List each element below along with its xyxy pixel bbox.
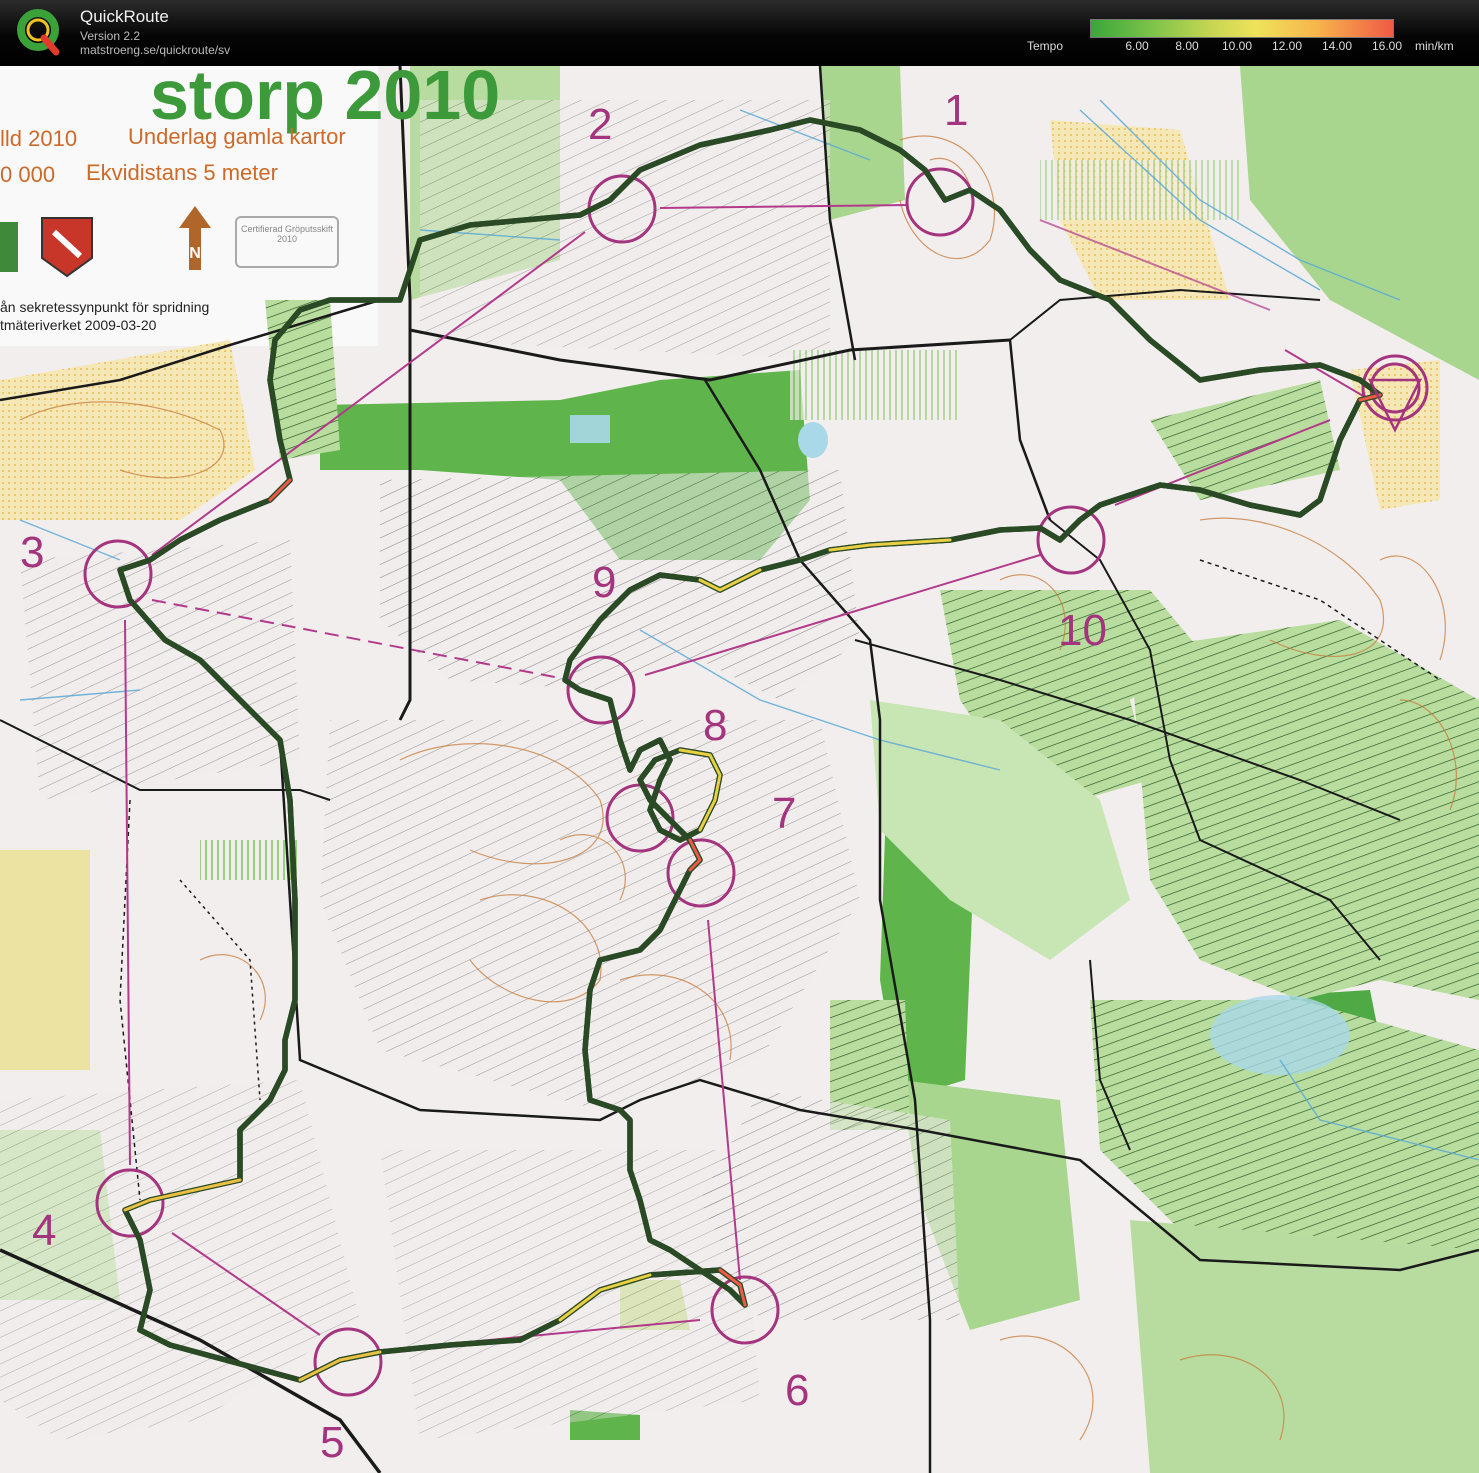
map-info-year: lld 2010 <box>0 126 78 151</box>
certification-badge: Certifierad Gröputsskift 2010 <box>235 216 339 268</box>
tempo-legend-unit: min/km <box>1415 39 1454 53</box>
control-number-6: 6 <box>785 1366 810 1415</box>
club-logos-icon <box>0 217 93 278</box>
control-number-7: 7 <box>772 789 797 838</box>
svg-text:N: N <box>189 245 201 262</box>
tempo-tick: 16.00 <box>1371 39 1403 53</box>
control-number-5: 5 <box>320 1418 345 1467</box>
control-number-1: 1 <box>944 86 969 135</box>
tempo-tick: 10.00 <box>1221 39 1253 53</box>
control-number-8: 8 <box>703 701 728 750</box>
orienteering-map[interactable]: storp 2010 lld 2010 Underlag gamla karto… <box>0 60 1479 1473</box>
tempo-legend-label: Tempo <box>1027 39 1064 53</box>
tempo-tick: 8.00 <box>1175 39 1199 53</box>
tempo-color-scale <box>1090 19 1394 38</box>
map-info-survey: tmäteriverket 2009-03-20 <box>0 317 157 333</box>
map-title-text: storp 2010 <box>150 56 501 134</box>
app-version: Version 2.2 <box>80 29 141 43</box>
control-number-10: 10 <box>1058 606 1107 655</box>
control-number-4: 4 <box>32 1206 57 1255</box>
map-info-scale: 0 000 <box>0 162 56 187</box>
tempo-tick: 6.00 <box>1125 39 1149 53</box>
app-url: matstroeng.se/quickroute/sv <box>80 43 231 57</box>
map-info-secrecy: ån sekretessynpunkt för spridning <box>0 299 210 315</box>
quickroute-logo-icon <box>17 9 60 56</box>
map-info-contour: Ekvidistans 5 meter <box>86 160 278 185</box>
quickroute-header: QuickRoute Version 2.2 matstroeng.se/qui… <box>0 0 1479 66</box>
north-arrow-icon: N <box>179 206 211 270</box>
map-canvas <box>0 66 1479 1473</box>
control-number-3: 3 <box>20 528 45 577</box>
control-number-9: 9 <box>592 558 617 607</box>
control-number-2: 2 <box>588 100 613 149</box>
tempo-tick: 14.00 <box>1321 39 1353 53</box>
app-title: QuickRoute <box>80 7 169 26</box>
tempo-tick: 12.00 <box>1271 39 1303 53</box>
map-info-base: Underlag gamla kartor <box>128 124 346 149</box>
